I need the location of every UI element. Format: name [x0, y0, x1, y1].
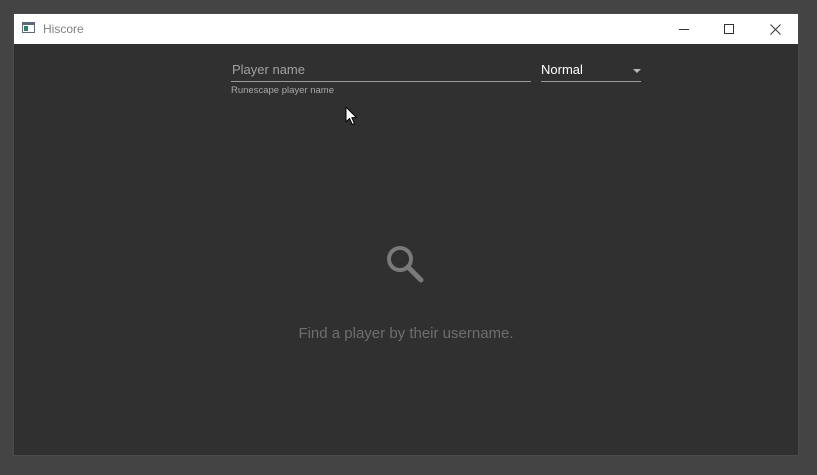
hiscore-window: Hiscore Runescape player name Normal — [14, 14, 798, 455]
caret-down-icon — [633, 69, 641, 73]
title-bar[interactable]: Hiscore — [14, 14, 798, 44]
app-window-icon — [22, 22, 35, 33]
player-name-input[interactable] — [231, 60, 532, 80]
close-icon — [769, 23, 781, 35]
main-content: Runescape player name Normal Find a play… — [14, 44, 798, 455]
empty-state-message: Find a player by their username. — [298, 325, 514, 342]
close-button[interactable] — [753, 14, 797, 44]
window-title: Hiscore — [43, 22, 84, 36]
minimize-button[interactable] — [662, 14, 706, 44]
maximize-button[interactable] — [707, 14, 751, 44]
player-name-helper-text: Runescape player name — [231, 85, 334, 96]
game-mode-select[interactable]: Normal — [541, 60, 641, 82]
player-name-field[interactable] — [231, 60, 532, 82]
minimize-icon — [679, 29, 689, 30]
maximize-icon — [724, 24, 734, 34]
mouse-pointer-icon — [345, 106, 357, 125]
search-icon — [387, 246, 424, 283]
game-mode-selected-value: Normal — [541, 62, 583, 77]
